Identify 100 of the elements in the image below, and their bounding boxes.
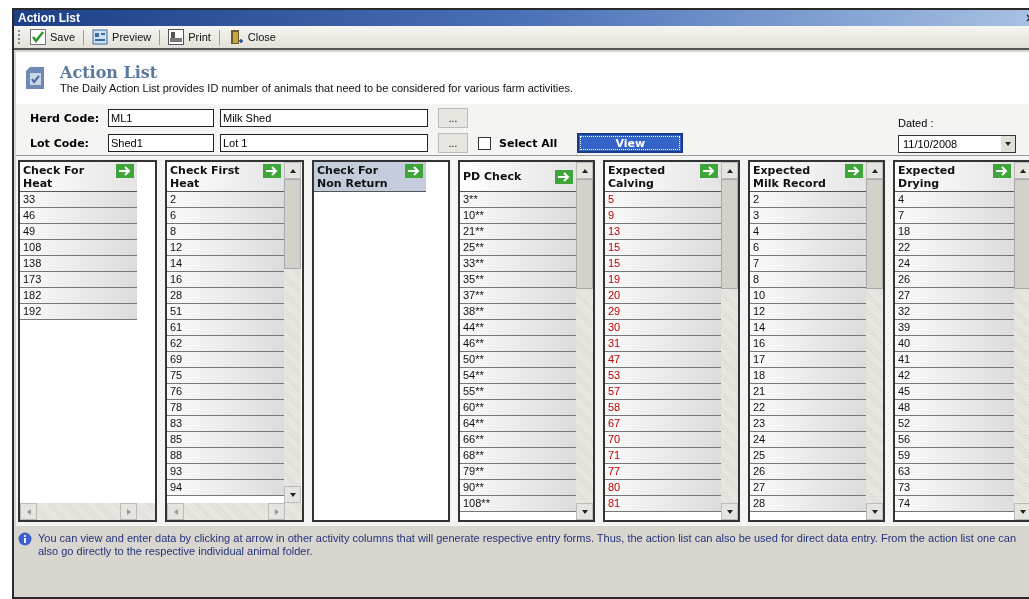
list-cell: 3** [460, 192, 576, 208]
column-title: Check For Heat [23, 164, 86, 190]
dropdown-caret-icon [1004, 140, 1012, 148]
list-cell: 67 [605, 416, 721, 432]
name-field[interactable]: Lot 1 [220, 134, 428, 152]
column-title: Expected Calving [608, 164, 667, 190]
scroll-right-icon [124, 507, 133, 516]
browse-button[interactable]: ... [438, 133, 468, 153]
list-cell: 80 [605, 480, 721, 496]
column-title: PD Check [463, 170, 523, 183]
list-cell: 32 [895, 304, 1014, 320]
horizontal-scrollbar[interactable] [167, 503, 302, 520]
arrow-right-icon[interactable] [405, 164, 423, 178]
list-cell: 81 [605, 496, 721, 512]
list-cell: 59 [895, 448, 1014, 464]
list-cell: 2 [167, 192, 284, 208]
column-header[interactable]: PD Check [460, 162, 576, 192]
list-cell: 22 [750, 400, 866, 416]
header-description: The Daily Action List provides ID number of animals that need to be considered for various farm activities. [60, 81, 573, 94]
list-cell: 20 [605, 288, 721, 304]
list-cell: 23 [750, 416, 866, 432]
list-cell: 18 [895, 224, 1014, 240]
list-cell: 18 [750, 368, 866, 384]
column-title: Expected Milk Record [753, 164, 827, 190]
column-header[interactable]: Check First Heat [167, 162, 284, 192]
list-cell: 173 [20, 272, 137, 288]
list-cell: 33** [460, 256, 576, 272]
arrow-right-icon[interactable] [993, 164, 1011, 178]
select-all-checkbox[interactable]: Select All [474, 136, 558, 150]
save-button[interactable]: Save [26, 29, 80, 45]
list-cell: 75 [167, 368, 284, 384]
list-cell: 90** [460, 480, 576, 496]
list-cell: 47 [605, 352, 721, 368]
scroll-right-icon [272, 507, 281, 516]
column-header[interactable]: Expected Milk Record [750, 162, 866, 192]
list-cell: 26 [750, 464, 866, 480]
list-cell: 28 [750, 496, 866, 512]
column-title: Check For Non Return [317, 164, 389, 190]
date-dropdown[interactable]: 11/10/2008 [898, 135, 1016, 153]
list-cell: 41 [895, 352, 1014, 368]
list-cell: 55** [460, 384, 576, 400]
list-cell: 9 [605, 208, 721, 224]
preview-button[interactable]: Preview [88, 29, 156, 45]
column-header[interactable]: Expected Drying [895, 162, 1014, 192]
vertical-scrollbar[interactable] [1014, 162, 1029, 520]
list-cell: 31 [605, 336, 721, 352]
column-header[interactable]: Check For Non Return [314, 162, 426, 192]
list-cell: 6 [167, 208, 284, 224]
clipboard-icon [24, 65, 46, 91]
list-cell: 52 [895, 416, 1014, 432]
list-cell: 66** [460, 432, 576, 448]
browse-button[interactable]: ... [438, 108, 468, 128]
preview-icon [92, 29, 109, 45]
column-header[interactable]: Check For Heat [20, 162, 137, 192]
list-cell: 39 [895, 320, 1014, 336]
list-cell: 94 [167, 480, 284, 496]
arrow-right-icon[interactable] [555, 169, 573, 184]
list-cell: 61 [167, 320, 284, 336]
name-field[interactable]: Milk Shed [220, 109, 428, 127]
code-field[interactable]: ML1 [108, 109, 214, 127]
arrow-right-icon[interactable] [700, 164, 718, 178]
list-cell: 108 [20, 240, 137, 256]
vertical-scrollbar[interactable] [576, 162, 593, 520]
list-cell: 88 [167, 448, 284, 464]
vertical-scrollbar[interactable] [866, 162, 883, 520]
list-cell: 51 [167, 304, 284, 320]
list-cell: 68** [460, 448, 576, 464]
scroll-down-icon [580, 507, 589, 516]
list-cell: 93 [167, 464, 284, 480]
column-header[interactable]: Expected Calving [605, 162, 721, 192]
vertical-scrollbar[interactable] [284, 162, 301, 503]
list-cell: 15 [605, 256, 721, 272]
list-cell: 138 [20, 256, 137, 272]
list-cell: 78 [167, 400, 284, 416]
list-cell: 15 [605, 240, 721, 256]
list-cell: 38** [460, 304, 576, 320]
print-button[interactable]: Print [164, 29, 215, 45]
scroll-down-icon [1018, 507, 1027, 516]
list-cell: 33 [20, 192, 137, 208]
close-button[interactable]: Close [223, 29, 280, 45]
view-button[interactable]: View [577, 133, 684, 153]
list-cell: 44** [460, 320, 576, 336]
list-cell: 50** [460, 352, 576, 368]
list-cell: 28 [167, 288, 284, 304]
arrow-right-icon[interactable] [845, 164, 863, 178]
field-label: Lot Code: [30, 136, 91, 150]
list-cell: 73 [895, 480, 1014, 496]
list-cell: 14 [167, 256, 284, 272]
list-cell: 8 [750, 272, 866, 288]
vertical-scrollbar[interactable] [721, 162, 738, 520]
list-cell: 29 [605, 304, 721, 320]
code-field[interactable]: Shed1 [108, 134, 214, 152]
horizontal-scrollbar[interactable] [20, 503, 155, 520]
arrow-right-icon[interactable] [116, 164, 134, 178]
arrow-right-icon[interactable] [263, 164, 281, 178]
checkbox[interactable] [478, 136, 491, 150]
list-cell: 4 [750, 224, 866, 240]
list-cell: 16 [750, 336, 866, 352]
list-cell: 108** [460, 496, 576, 512]
checkmark-icon [30, 29, 46, 45]
